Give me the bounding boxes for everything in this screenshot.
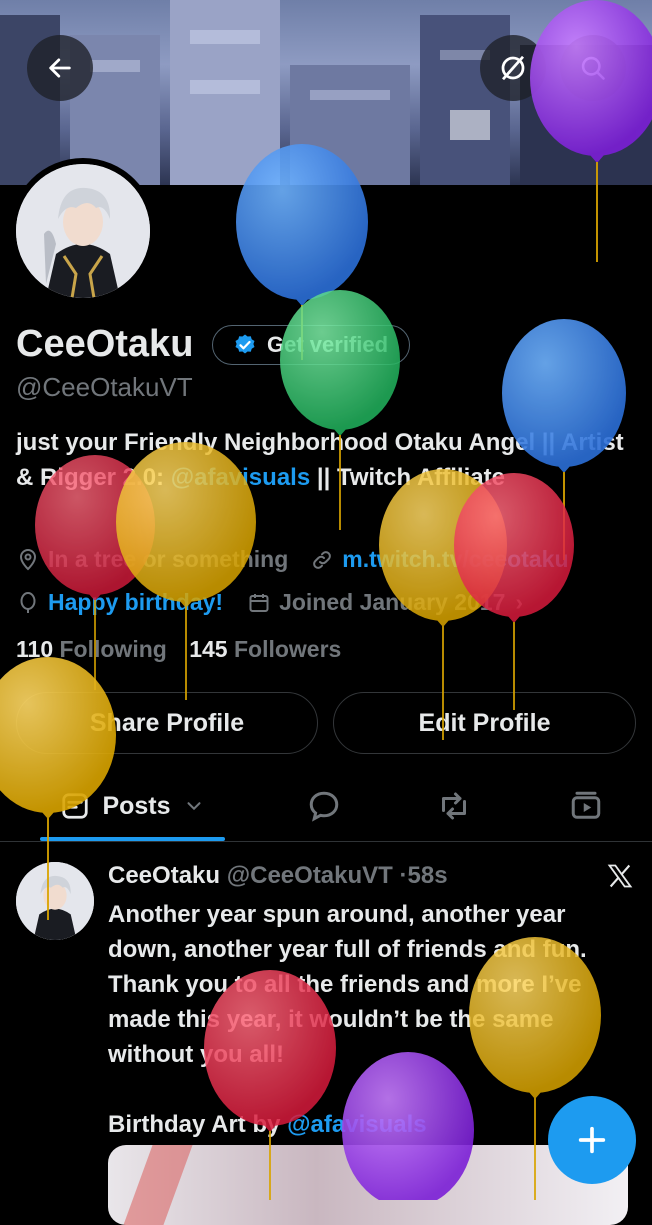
- verified-badge-icon: [235, 334, 255, 354]
- grok-button[interactable]: [480, 35, 546, 101]
- x-logo-icon[interactable]: [606, 862, 634, 890]
- post-author-name[interactable]: CeeOtaku: [108, 862, 220, 889]
- compose-post-button[interactable]: [548, 1096, 636, 1184]
- edit-profile-label: Edit Profile: [418, 708, 551, 737]
- post-header: CeeOtaku @CeeOtakuVT ·58s: [108, 862, 448, 890]
- tab-replies[interactable]: [290, 770, 358, 842]
- post-credit-link[interactable]: @afavisuals: [287, 1111, 426, 1138]
- profile-website-link[interactable]: m.twitch.tv/ceeotaku: [342, 546, 568, 573]
- chevron-right-icon[interactable]: ›: [515, 589, 523, 616]
- profile-dates-row: Happy birthday! Joined January 2017 ›: [16, 589, 523, 616]
- profile-location-row: In a tree or something m.twitch.tv/ceeot…: [16, 546, 569, 573]
- edit-profile-button[interactable]: Edit Profile: [333, 692, 636, 754]
- profile-name: CeeOtaku: [16, 323, 194, 365]
- balloon-icon: [20, 591, 36, 613]
- grok-icon: [501, 55, 525, 81]
- profile-joined-date: Joined January 2017: [279, 589, 506, 615]
- avatar[interactable]: [16, 164, 150, 298]
- get-verified-button[interactable]: Get verified: [212, 325, 410, 365]
- search-button[interactable]: [560, 35, 626, 101]
- tab-reposts[interactable]: [420, 770, 488, 842]
- video-media-icon: [571, 791, 601, 819]
- followers-label: Followers: [233, 636, 342, 662]
- share-profile-button[interactable]: Share Profile: [16, 692, 318, 754]
- profile-avatar-frame: [10, 158, 156, 304]
- search-icon: [581, 56, 605, 80]
- post-time[interactable]: 58s: [408, 862, 448, 889]
- calendar-icon: [249, 593, 269, 612]
- post-author-avatar[interactable]: [16, 862, 94, 940]
- posts-list-icon: [62, 793, 89, 819]
- following-count: 110: [16, 636, 54, 662]
- dot-separator: ·: [399, 862, 408, 889]
- repost-icon: [442, 792, 466, 820]
- back-button[interactable]: [27, 35, 93, 101]
- tab-posts[interactable]: Posts: [40, 770, 225, 842]
- profile-handle: @CeeOtakuVT: [16, 372, 193, 402]
- location-pin-icon: [19, 548, 37, 570]
- bio-mention-link[interactable]: @afavisuals: [171, 464, 310, 491]
- profile-banner[interactable]: [0, 0, 652, 185]
- chevron-down-icon: [187, 802, 201, 811]
- post-body: Another year spun around, another year d…: [108, 897, 628, 1142]
- followers-link[interactable]: 145 Followers: [189, 636, 341, 662]
- reply-bubble-icon: [309, 791, 339, 822]
- profile-bio: just your Friendly Neighborhood Otaku An…: [16, 425, 636, 495]
- arrow-left-icon: [49, 58, 71, 78]
- tab-posts-label: Posts: [102, 791, 171, 820]
- bio-text-end: || Twitch Affiliate: [310, 464, 505, 491]
- following-label: Following: [59, 636, 167, 662]
- following-link[interactable]: 110 Following: [16, 636, 167, 662]
- post-media-image[interactable]: [108, 1145, 628, 1225]
- profile-location: In a tree or something: [48, 546, 289, 572]
- post-text: Another year spun around, another year d…: [108, 901, 587, 1068]
- share-profile-label: Share Profile: [89, 708, 245, 737]
- profile-stats: 110 Following 145 Followers: [16, 636, 341, 663]
- tab-media[interactable]: [552, 770, 620, 842]
- profile-tabs: Posts: [0, 770, 652, 842]
- followers-count: 145: [189, 636, 228, 662]
- get-verified-label: Get verified: [267, 332, 389, 357]
- link-icon: [313, 550, 332, 569]
- post-author-handle[interactable]: @CeeOtakuVT: [227, 862, 393, 889]
- active-tab-indicator: [40, 837, 225, 841]
- birthday-link[interactable]: Happy birthday!: [48, 589, 223, 616]
- post-credit-prefix: Birthday Art by: [108, 1111, 288, 1138]
- plus-icon: [578, 1126, 606, 1154]
